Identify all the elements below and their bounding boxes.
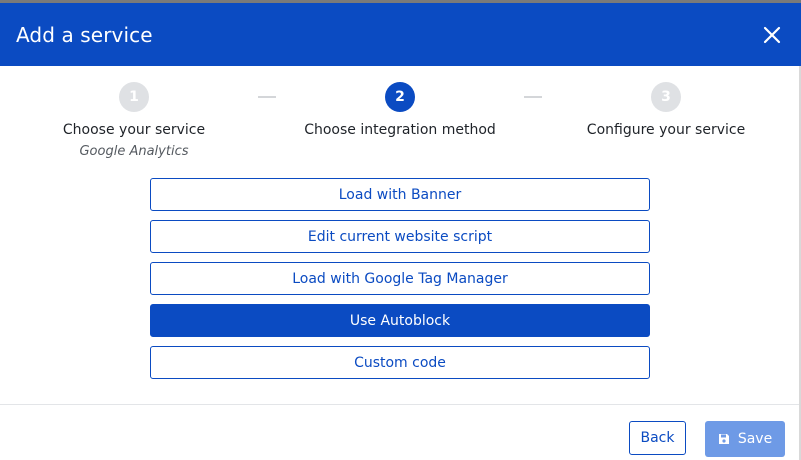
dialog-header: Add a service xyxy=(0,3,801,66)
step-1-indicator: 1 xyxy=(119,82,149,112)
close-icon xyxy=(763,26,781,43)
step-1-number: 1 xyxy=(129,89,139,105)
option-edit-website-script[interactable]: Edit current website script xyxy=(150,220,650,253)
step-2-indicator: 2 xyxy=(385,82,415,112)
option-google-tag-manager[interactable]: Load with Google Tag Manager xyxy=(150,262,650,295)
step-connector xyxy=(258,96,276,98)
step-1-label: Choose your service xyxy=(62,122,206,138)
step-3-number: 3 xyxy=(661,89,671,105)
step-1-selected-service: Google Analytics xyxy=(79,144,189,159)
step-3-label: Configure your service xyxy=(586,122,746,138)
stepper: 1 Choose your service Google Analytics 2… xyxy=(0,66,801,166)
option-load-with-banner[interactable]: Load with Banner xyxy=(150,178,650,211)
back-button[interactable]: Back xyxy=(629,421,686,455)
floppy-disk-icon xyxy=(718,433,730,445)
save-button[interactable]: Save xyxy=(705,421,785,457)
option-use-autoblock[interactable]: Use Autoblock xyxy=(150,304,650,337)
footer-divider xyxy=(0,404,799,405)
save-button-label: Save xyxy=(737,431,773,447)
step-2-number: 2 xyxy=(395,89,405,105)
close-button[interactable] xyxy=(759,22,785,48)
step-connector xyxy=(524,96,542,98)
step-3-indicator: 3 xyxy=(651,82,681,112)
dialog-title: Add a service xyxy=(16,22,153,47)
option-custom-code[interactable]: Custom code xyxy=(150,346,650,379)
step-2-label: Choose integration method xyxy=(304,122,496,138)
